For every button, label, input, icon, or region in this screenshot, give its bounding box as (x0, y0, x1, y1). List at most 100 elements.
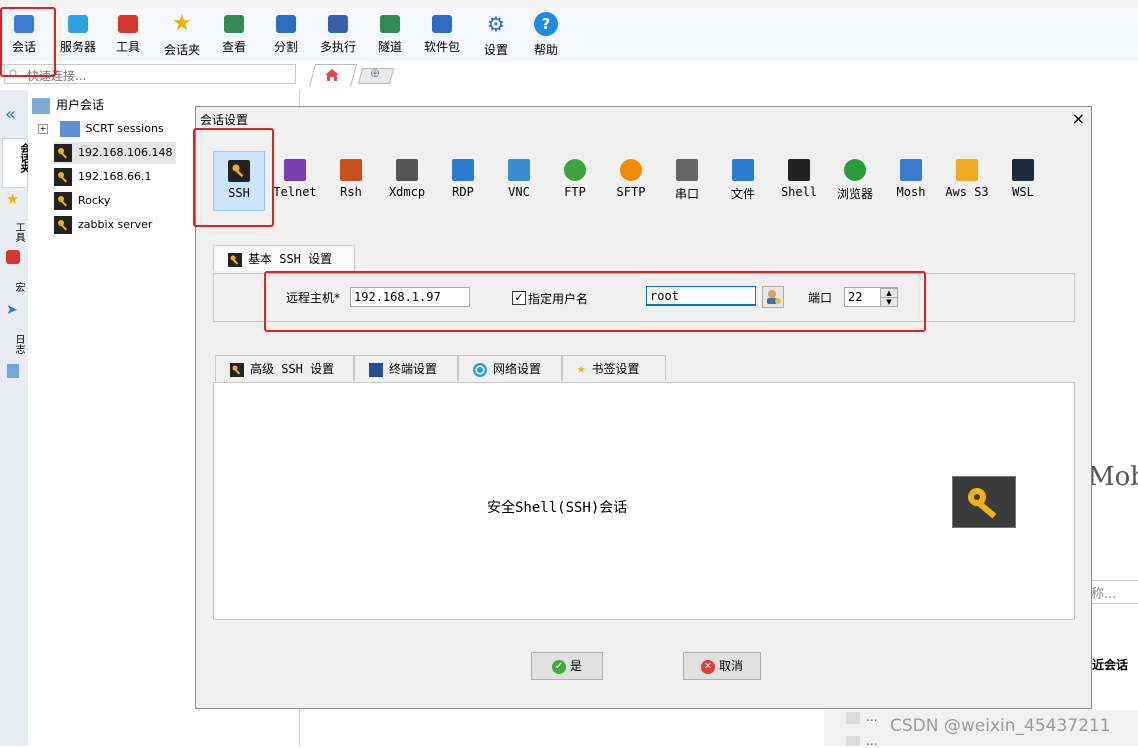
side-strip: « 会话夹 ★ 工具 宏 ➤ 日志 (0, 90, 29, 746)
session-type-浏览器[interactable]: 浏览器 (829, 151, 881, 211)
ssh-key-icon (952, 476, 1016, 528)
toolbar-button-5[interactable]: 分割 (274, 10, 298, 62)
split-icon (276, 15, 296, 33)
toolbar-button-3[interactable]: ★ 会话夹 (164, 10, 200, 62)
tab-terminal-settings[interactable]: 终端设置 (354, 355, 458, 381)
key-icon (54, 216, 72, 234)
session-type-icon (900, 159, 922, 181)
session-type-xdmcp[interactable]: Xdmcp (381, 151, 433, 211)
ok-button[interactable]: ✓ 是 (531, 652, 603, 680)
packages-icon (432, 15, 452, 33)
tree-session-item[interactable]: Rocky (54, 190, 110, 212)
session-type-vnc[interactable]: VNC (493, 151, 545, 211)
session-type-label: FTP (564, 185, 586, 199)
cancel-button[interactable]: ✕ 取消 (683, 652, 761, 680)
tree-session-item[interactable]: zabbix server (54, 214, 152, 236)
menu-bar (0, 0, 1138, 8)
tree-root-label: 用户会话 (56, 98, 105, 112)
session-label: Rocky (78, 194, 111, 207)
session-type-icon (956, 159, 978, 181)
view-icon (224, 15, 244, 33)
toolbar-button-10[interactable]: ? 帮助 (534, 10, 558, 62)
toolbar-button-8[interactable]: 软件包 (424, 10, 460, 62)
toolbar-button-7[interactable]: 隧道 (378, 10, 402, 62)
toolbar-button-6[interactable]: 多执行 (320, 10, 356, 62)
toolbar-button-4[interactable]: 查看 (222, 10, 246, 62)
key-icon (54, 168, 72, 186)
sidebar-tab-macros[interactable]: 宏 (2, 282, 26, 292)
user-icon (767, 290, 781, 304)
quick-connect-field[interactable]: 快速连接... (4, 64, 296, 84)
session-type-shell[interactable]: Shell (773, 151, 825, 211)
toolbar-label: 帮助 (534, 43, 559, 57)
session-type-icon (1012, 159, 1034, 181)
session-type-icon (284, 159, 306, 181)
session-type-mosh[interactable]: Mosh (885, 151, 937, 211)
session-type-rsh[interactable]: Rsh (325, 151, 377, 211)
session-type-icon (676, 159, 698, 181)
session-type-label: 串口 (674, 187, 699, 201)
close-button[interactable]: × (1072, 109, 1085, 128)
session-type-串口[interactable]: 串口 (661, 151, 713, 211)
session-label: zabbix server (78, 218, 153, 231)
toolbar-button-0[interactable]: 会话 (12, 10, 36, 62)
terminal-icon (369, 362, 383, 377)
session-type-label: 浏览器 (836, 187, 873, 201)
session-type-label: Mosh (896, 185, 926, 199)
ok-label: 是 (569, 659, 582, 673)
tunnel-icon (380, 15, 400, 33)
session-type-icon (732, 159, 754, 181)
session-type-telnet[interactable]: Telnet (269, 151, 321, 211)
key-icon (54, 192, 72, 210)
send-icon: ➤ (6, 302, 18, 318)
remote-host-input[interactable] (350, 287, 470, 307)
key-icon (54, 144, 72, 162)
tab-network-settings[interactable]: 网络设置 (458, 355, 562, 381)
session-type-文件[interactable]: 文件 (717, 151, 769, 211)
tab-label: 网络设置 (493, 362, 542, 376)
session-type-wsl[interactable]: WSL (997, 151, 1049, 211)
expand-icon[interactable]: + (38, 124, 48, 134)
user-manager-button[interactable] (762, 286, 784, 308)
tree-root[interactable]: 用户会话 (32, 94, 104, 116)
name-search-field[interactable]: 称... (1086, 580, 1138, 604)
specify-user-checkbox[interactable]: ✓ (512, 291, 526, 305)
sidebar-tab-tools[interactable]: 工具 (2, 222, 26, 242)
tab-label: 高级 SSH 设置 (250, 362, 335, 376)
session-type-icon (620, 159, 642, 181)
search-icon (9, 69, 17, 77)
sessions-folder-icon (59, 121, 80, 137)
session-type-ssh[interactable]: SSH (213, 151, 265, 211)
tree-folder[interactable]: + SCRT sessions (38, 118, 164, 140)
tree-session-item[interactable]: 192.168.106.148 (54, 142, 177, 164)
multiexec-icon (328, 15, 348, 33)
sidebar-tab-log[interactable]: 日志 (2, 334, 26, 354)
session-type-aws-s3[interactable]: Aws S3 (941, 151, 993, 211)
session-type-rdp[interactable]: RDP (437, 151, 489, 211)
toolbar-button-1[interactable]: 服务器 (60, 10, 96, 62)
collapse-icon[interactable]: « (5, 104, 16, 125)
username-input[interactable] (646, 286, 756, 306)
tab-bookmark-settings[interactable]: ★ 书签设置 (562, 355, 666, 381)
session-type-label: SSH (228, 186, 250, 200)
user-folder-icon (32, 98, 50, 114)
session-type-label: WSL (1012, 185, 1034, 199)
session-type-ftp[interactable]: FTP (549, 151, 601, 211)
port-down-button[interactable]: ▼ (880, 297, 898, 307)
session-label: 192.168.106.148 (78, 146, 173, 159)
tree-folder-label: SCRT sessions (85, 122, 164, 135)
session-type-sftp[interactable]: SFTP (605, 151, 657, 211)
tree-session-item[interactable]: 192.168.66.1 (54, 166, 151, 188)
tab-advanced-ssh-settings[interactable]: 高级 SSH 设置 (215, 355, 354, 381)
sidebar-tab-sessions[interactable]: 会话夹 (2, 138, 29, 188)
basic-settings-panel: 远程主机* ✓ 指定用户名 端口 ▲ ▼ (213, 273, 1075, 322)
description-panel: 安全Shell(SSH)会话 (213, 382, 1075, 620)
tab-basic-ssh-settings[interactable]: 基本 SSH 设置 (213, 245, 355, 271)
toolbar-button-9[interactable]: ⚙ 设置 (484, 10, 508, 62)
tab-label: 基本 SSH 设置 (248, 252, 333, 266)
toolbar-button-2[interactable]: 工具 (116, 10, 140, 62)
specify-user-label: 指定用户名 (528, 292, 589, 306)
cancel-icon: ✕ (700, 659, 715, 674)
tab-label: 书签设置 (591, 362, 640, 376)
toolbar-label: 服务器 (60, 40, 97, 54)
